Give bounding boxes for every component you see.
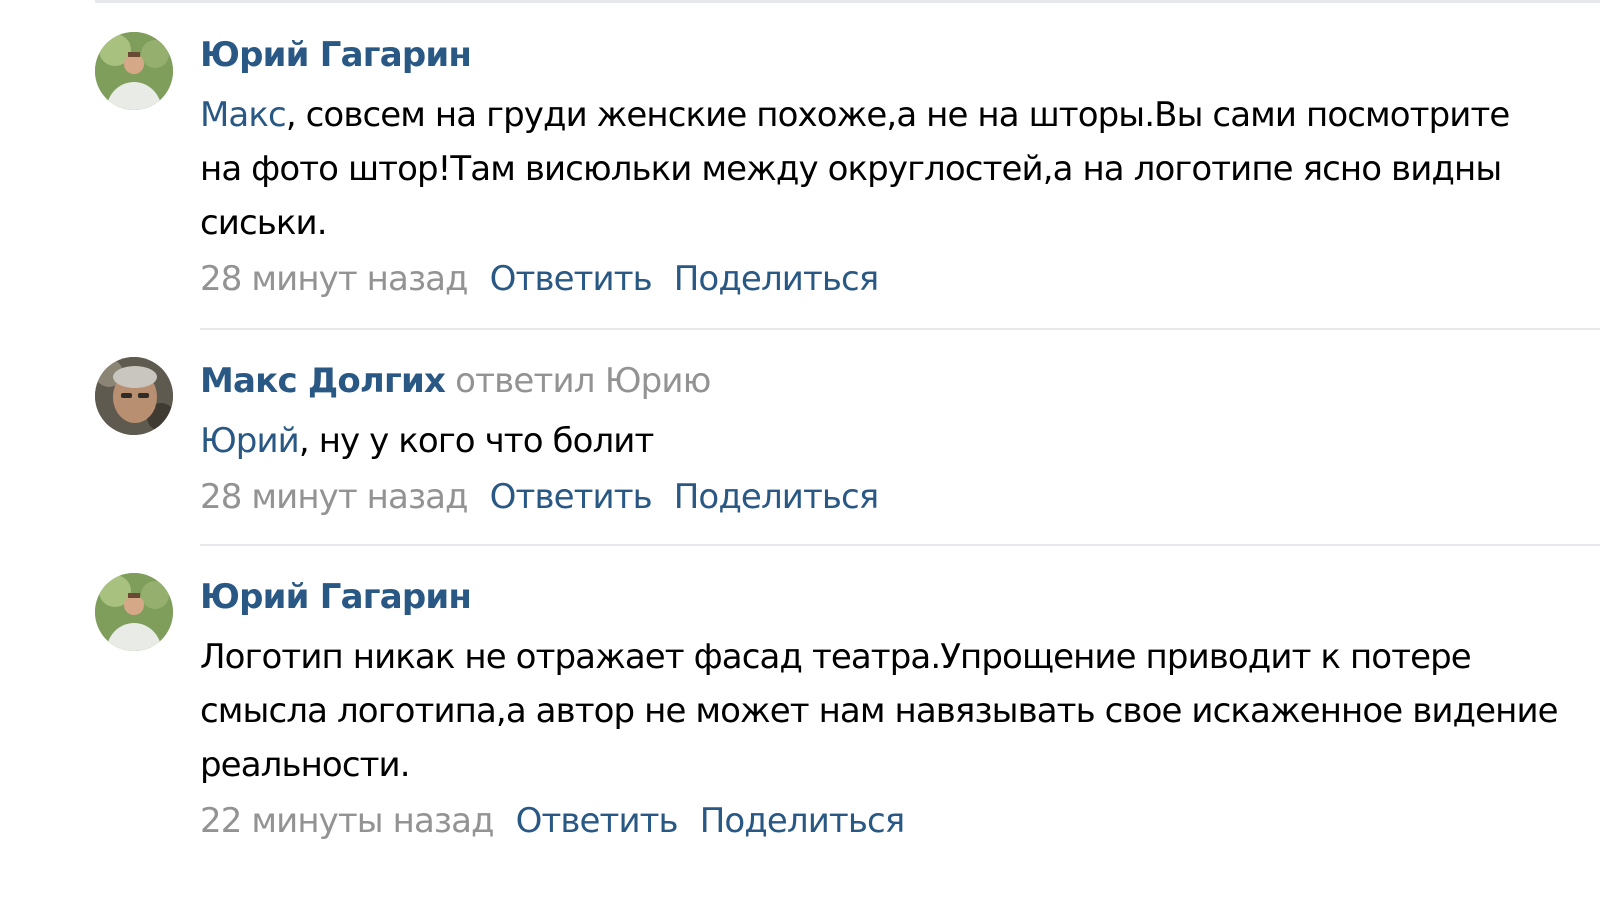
reply-button[interactable]: Ответить <box>516 801 679 841</box>
mention-link[interactable]: Юрий <box>200 421 300 461</box>
comment-divider <box>200 544 1600 546</box>
author-name[interactable]: Юрий Гагарин <box>200 577 472 617</box>
timestamp[interactable]: 28 минут назад <box>200 477 469 517</box>
author-line: Макс Долгих ответил Юрию <box>200 361 1560 401</box>
comment-meta: 28 минут назад Ответить Поделиться <box>200 477 1560 517</box>
comment-meta: 22 минуты назад Ответить Поделиться <box>200 801 1560 841</box>
top-divider <box>95 0 1600 3</box>
author-name[interactable]: Макс Долгих <box>200 361 446 401</box>
timestamp[interactable]: 28 минут назад <box>200 259 469 299</box>
replied-to-text[interactable]: ответил Юрию <box>455 361 711 401</box>
avatar[interactable] <box>95 357 173 435</box>
comment-body: , совсем на груди женские похоже,а не на… <box>200 95 1510 243</box>
comment-body: Логотип никак не отражает фасад театра.У… <box>200 637 1559 785</box>
timestamp[interactable]: 22 минуты назад <box>200 801 495 841</box>
author-line: Юрий Гагарин <box>200 577 1560 617</box>
comment-divider <box>200 328 1600 330</box>
reply-button[interactable]: Ответить <box>490 477 653 517</box>
comment-text: Юрий, ну у кого что болит <box>200 414 1560 468</box>
author-name[interactable]: Юрий Гагарин <box>200 35 472 75</box>
avatar[interactable] <box>95 32 173 110</box>
avatar[interactable] <box>95 573 173 651</box>
comment-meta: 28 минут назад Ответить Поделиться <box>200 259 1560 299</box>
share-button[interactable]: Поделиться <box>700 801 906 841</box>
share-button[interactable]: Поделиться <box>674 477 880 517</box>
comment-text: Макс, совсем на груди женские похоже,а н… <box>200 88 1560 250</box>
share-button[interactable]: Поделиться <box>674 259 880 299</box>
comment-text: Логотип никак не отражает фасад театра.У… <box>200 630 1560 792</box>
author-line: Юрий Гагарин <box>200 35 1560 75</box>
mention-link[interactable]: Макс <box>200 95 287 135</box>
reply-button[interactable]: Ответить <box>490 259 653 299</box>
comment-body: , ну у кого что болит <box>298 421 654 461</box>
